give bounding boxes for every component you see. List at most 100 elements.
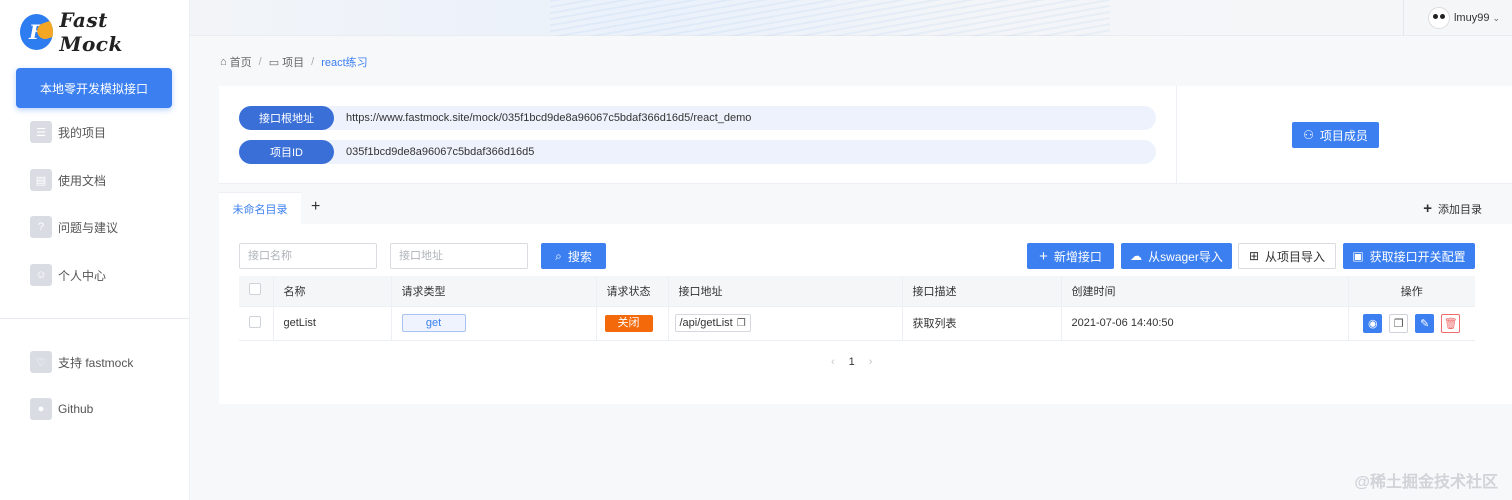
url-cell: /api/getList ❐ — [668, 306, 903, 341]
swagger-import-button[interactable]: ☁ 从swager导入 — [1121, 243, 1232, 269]
github-icon: ● — [30, 398, 52, 420]
breadcrumb-separator: / — [311, 56, 315, 68]
sidebar-item-label: 个人中心 — [58, 268, 107, 283]
preview-eye-icon[interactable]: ◉ — [1363, 313, 1383, 333]
sidebar-item-label: 我的项目 — [58, 125, 107, 140]
document-icon: ▤ — [30, 169, 52, 191]
chevron-down-icon: ⌄ — [1492, 12, 1500, 23]
plus-icon: + — [1423, 200, 1432, 217]
project-id-label: 项目ID — [239, 140, 334, 164]
select-all-header — [239, 276, 274, 307]
created-time-cell: 2021-07-06 14:40:50 — [1061, 306, 1349, 341]
project-members-button[interactable]: ⚇ 项目成员 — [1292, 122, 1379, 148]
user-menu[interactable]: lmuy99 ⌄ — [1427, 6, 1500, 30]
add-tab-button[interactable]: + — [311, 198, 320, 216]
switch-config-button[interactable]: ▣ 获取接口开关配置 — [1343, 243, 1475, 269]
fastmock-logo-icon: F — [20, 14, 54, 50]
app-logo[interactable]: F Fast Mock — [20, 8, 170, 56]
new-api-button[interactable]: + 新增接口 — [1027, 243, 1114, 269]
project-members-panel: ⚇ 项目成员 — [1176, 86, 1512, 184]
project-members-label: 项目成员 — [1319, 128, 1368, 143]
username: lmuy99 — [1453, 12, 1490, 24]
breadcrumb-project[interactable]: 项目 — [282, 54, 304, 70]
logo-text: Fast Mock — [59, 8, 123, 56]
edit-icon[interactable]: ✎ — [1415, 313, 1435, 333]
sidebar-item-profile[interactable]: ☺ 个人中心 — [30, 263, 106, 287]
search-button[interactable]: ⌕ 搜索 — [541, 243, 606, 269]
list-icon: ☰ — [30, 121, 52, 143]
column-header-status: 请求状态 — [596, 276, 669, 307]
breadcrumb-current: react练习 — [321, 57, 368, 69]
switch-config-label: 获取接口开关配置 — [1369, 249, 1466, 264]
actions-cell: ◉ ❐ ✎ 🗑 — [1348, 306, 1475, 341]
page-number[interactable]: 1 — [849, 356, 855, 368]
header-decoration — [550, 0, 1110, 36]
terminal-icon: ▣ — [1352, 249, 1364, 263]
project-import-label: 从项目导入 — [1265, 249, 1326, 264]
api-name-cell: getList — [273, 306, 392, 341]
delete-icon[interactable]: 🗑 — [1441, 313, 1461, 333]
select-all-checkbox[interactable] — [249, 283, 261, 296]
description-cell: 获取列表 — [902, 306, 1062, 341]
column-header-description: 接口描述 — [902, 276, 1062, 307]
sidebar-item-docs[interactable]: ▤ 使用文档 — [30, 168, 106, 192]
breadcrumb: ⌂ 首页 / ▭ 项目 / react练习 — [220, 54, 368, 70]
top-bar: lmuy99 ⌄ — [190, 0, 1512, 36]
local-mock-button[interactable]: 本地零开发模拟接口 — [16, 68, 172, 108]
swagger-import-label: 从swager导入 — [1148, 249, 1223, 264]
column-header-actions: 操作 — [1348, 276, 1475, 307]
sidebar-item-feedback[interactable]: ? 问题与建议 — [30, 215, 118, 239]
next-page-icon[interactable]: › — [869, 356, 873, 368]
status-cell: 关闭 — [596, 306, 669, 341]
base-url-label: 接口根地址 — [239, 106, 334, 130]
copy-icon[interactable]: ❐ — [1389, 313, 1409, 333]
row-checkbox[interactable] — [249, 315, 261, 328]
cloud-upload-icon: ☁ — [1130, 249, 1143, 263]
sidebar-item-github[interactable]: ● Github — [30, 397, 93, 421]
api-url-search-input[interactable] — [390, 243, 528, 269]
column-header-method: 请求类型 — [391, 276, 597, 307]
sidebar-item-label: 支持 fastmock — [58, 355, 134, 370]
pagination: ‹ 1 › — [831, 356, 872, 368]
members-icon: ⚇ — [1303, 128, 1314, 142]
api-table: 名称 请求类型 请求状态 接口地址 接口描述 创建时间 操作 getList g… — [239, 276, 1475, 341]
project-id-value[interactable]: 035f1bcd9de8a96067c5bdaf366d16d5 — [346, 146, 534, 158]
new-api-label: 新增接口 — [1053, 249, 1102, 264]
column-header-created: 创建时间 — [1061, 276, 1349, 307]
avatar — [1427, 7, 1450, 29]
api-name-search-input[interactable] — [239, 243, 377, 269]
column-header-name: 名称 — [273, 276, 392, 307]
method-tag: get — [401, 314, 466, 332]
prev-page-icon[interactable]: ‹ — [831, 356, 835, 368]
add-directory-button[interactable]: + 添加目录 — [1423, 200, 1482, 217]
sidebar-item-support[interactable]: ♡ 支持 fastmock — [30, 350, 133, 374]
add-directory-label: 添加目录 — [1438, 203, 1482, 216]
table-row: getList get 关闭 /api/getList ❐ 获取列表 2021-… — [239, 306, 1475, 341]
breadcrumb-separator: / — [258, 56, 262, 68]
project-import-button[interactable]: ⊞ 从项目导入 — [1238, 243, 1336, 269]
api-list-panel: ⌕ 搜索 + 新增接口 ☁ 从swager导入 ⊞ 从项目导入 ▣ 获取接口开关… — [219, 224, 1512, 404]
method-cell: get — [391, 306, 597, 341]
sidebar: F Fast Mock 本地零开发模拟接口 ☰ 我的项目 ▤ 使用文档 ? 问题… — [0, 0, 190, 500]
directory-tabs: 未命名目录 + + 添加目录 — [219, 192, 1512, 224]
plus-icon: + — [1039, 247, 1048, 265]
question-icon: ? — [30, 216, 52, 238]
base-url-row: 接口根地址 https://www.fastmock.site/mock/035… — [239, 106, 1156, 130]
row-select-cell — [239, 306, 274, 341]
column-header-url: 接口地址 — [668, 276, 903, 307]
user-icon: ☺ — [30, 264, 52, 286]
grid-icon: ⊞ — [1248, 249, 1260, 263]
tab-unnamed-directory[interactable]: 未命名目录 — [219, 192, 301, 224]
api-url-chip[interactable]: /api/getList ❐ — [674, 314, 751, 332]
sidebar-item-my-projects[interactable]: ☰ 我的项目 — [30, 120, 106, 144]
copy-icon[interactable]: ❐ — [737, 318, 746, 329]
search-icon: ⌕ — [555, 248, 562, 263]
header-divider — [1403, 0, 1404, 36]
monitor-icon: ▭ — [268, 56, 280, 69]
watermark: @稀土掘金技术社区 — [1354, 474, 1498, 491]
base-url-value[interactable]: https://www.fastmock.site/mock/035f1bcd9… — [346, 112, 751, 124]
status-badge[interactable]: 关闭 — [604, 314, 653, 332]
project-id-row: 项目ID 035f1bcd9de8a96067c5bdaf366d16d5 — [239, 140, 1156, 164]
sidebar-item-label: 使用文档 — [58, 173, 107, 188]
breadcrumb-home[interactable]: 首页 — [230, 54, 252, 70]
